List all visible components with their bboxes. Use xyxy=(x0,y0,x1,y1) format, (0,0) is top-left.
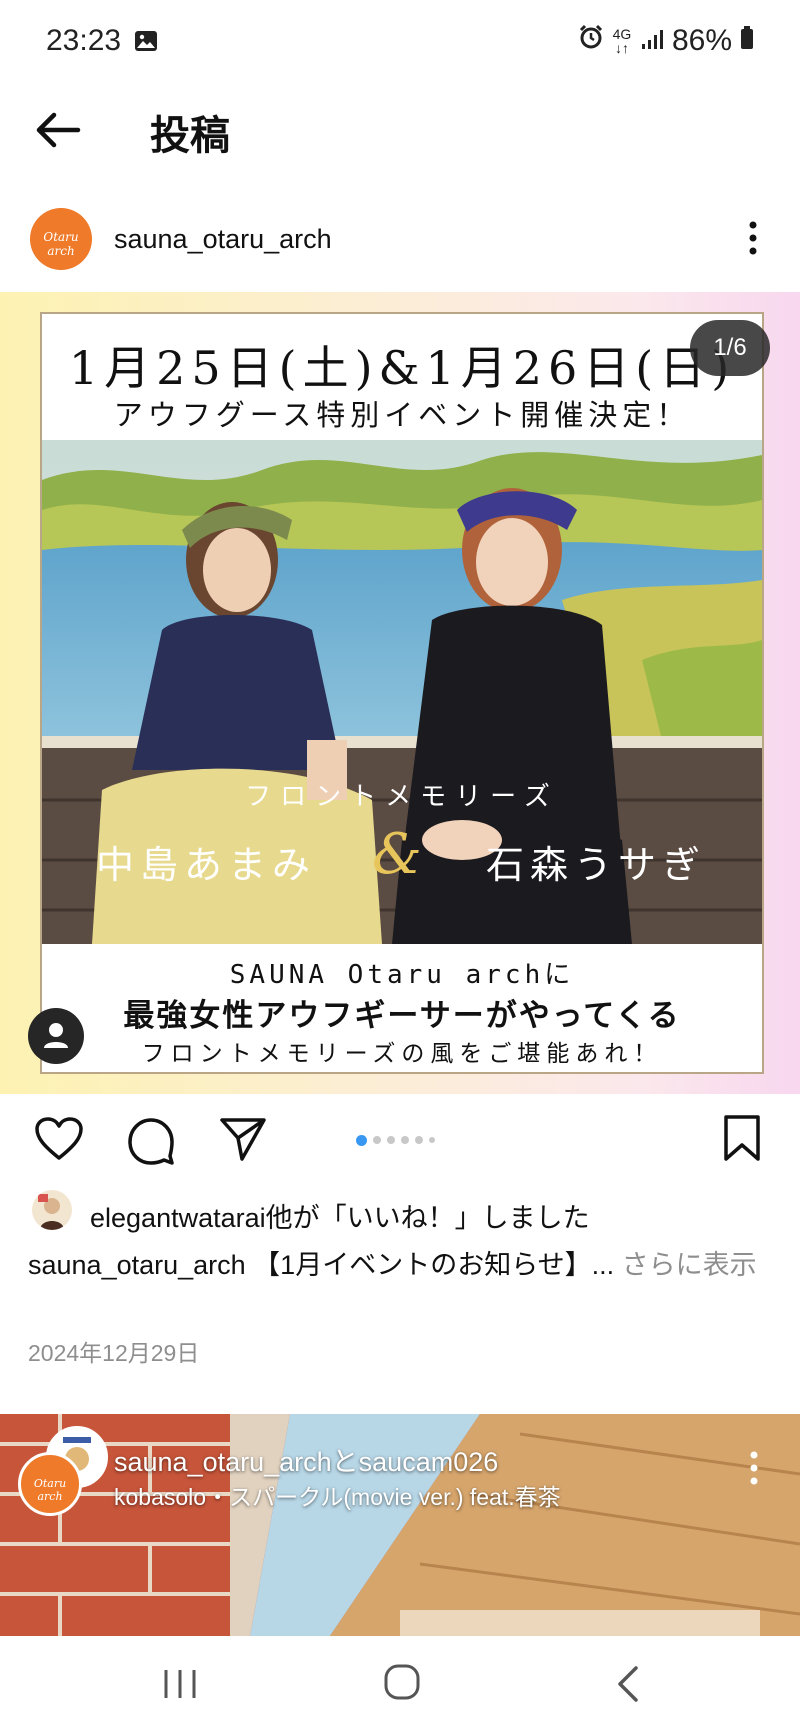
home-button[interactable] xyxy=(382,1662,422,1702)
alarm-icon xyxy=(578,24,604,58)
heart-icon xyxy=(35,1117,83,1160)
signal-icon xyxy=(640,24,664,58)
poster-name-right: 石森うサぎ xyxy=(486,843,707,887)
next-post-music[interactable]: kobasolo・スパークル(movie ver.) feat.春茶 xyxy=(114,1478,561,1512)
poster-date: 1月25日(土)&1月26日(日) xyxy=(68,341,736,395)
system-back-button[interactable] xyxy=(612,1664,644,1704)
poster-name-left: 中島あまみ xyxy=(96,843,317,887)
poster-ampersand: & xyxy=(372,822,422,887)
bookmark-icon xyxy=(724,1115,760,1161)
post-username[interactable]: sauna_otaru_arch xyxy=(114,224,332,255)
event-poster: 1月25日(土)&1月26日(日) アウフグース特別イベント開催決定！ フロント… xyxy=(40,312,764,1074)
battery-icon xyxy=(740,24,754,58)
comment-icon xyxy=(128,1118,174,1165)
recent-apps-button[interactable] xyxy=(160,1666,200,1702)
more-vertical-icon xyxy=(749,221,757,255)
page-title: 投稿 xyxy=(150,114,230,158)
like-button[interactable] xyxy=(34,1116,84,1162)
poster-subtitle: アウフグース特別イベント開催決定！ xyxy=(113,398,691,432)
send-icon xyxy=(220,1118,266,1161)
carousel-dot xyxy=(429,1137,435,1143)
more-options-button[interactable] xyxy=(738,218,768,258)
next-avatar-logo-text: Otaru arch xyxy=(33,1477,67,1503)
next-post-more-button[interactable] xyxy=(742,1448,766,1488)
more-vertical-icon xyxy=(750,1451,758,1485)
profile-avatar[interactable]: Otaru arch xyxy=(30,208,92,270)
next-post-avatar[interactable]: Otaru arch xyxy=(18,1452,82,1516)
carousel-dot xyxy=(415,1136,423,1144)
likes-suffix: 他が「いいね！」しました xyxy=(265,1203,590,1233)
save-button[interactable] xyxy=(722,1114,762,1162)
poster-tagline: フロントメモリーズの風をご堪能あれ！ xyxy=(141,1041,663,1067)
carousel-dot xyxy=(373,1136,381,1144)
caption-username[interactable]: sauna_otaru_arch xyxy=(28,1250,246,1280)
battery-percent: 86% xyxy=(671,24,732,57)
network-type: 4G ↓↑ xyxy=(612,26,632,56)
caption-text: 【1月イベントのお知らせ】... xyxy=(245,1250,615,1280)
liker-username[interactable]: elegantwatarai xyxy=(90,1203,266,1233)
post-date: 2024年12月29日 xyxy=(28,1340,200,1366)
poster-headline: 最強女性アウフギーサーがやってくる xyxy=(123,998,681,1033)
back-button[interactable] xyxy=(30,100,90,160)
carousel-dot xyxy=(401,1136,409,1144)
recent-apps-icon xyxy=(164,1670,196,1698)
post-caption[interactable]: sauna_otaru_arch 【1月イベントのお知らせ】... さらに表示 xyxy=(28,1244,768,1286)
status-icons: 4G ↓↑ 86% xyxy=(578,24,754,58)
photo-icon xyxy=(134,30,158,52)
carousel-dot xyxy=(387,1136,395,1144)
next-post-usernames[interactable]: sauna_otaru_archとsaucam026 xyxy=(114,1440,498,1479)
image-counter: 1/6 xyxy=(690,320,770,376)
tagged-users-button[interactable] xyxy=(28,1008,84,1064)
carousel-indicator xyxy=(356,1134,435,1146)
share-button[interactable] xyxy=(218,1116,268,1162)
arrow-left-icon xyxy=(36,112,81,148)
carousel-dot xyxy=(356,1134,367,1146)
chevron-left-icon xyxy=(618,1666,638,1702)
avatar-logo-text: Otaru arch xyxy=(43,230,79,258)
liker-avatar[interactable] xyxy=(32,1190,72,1230)
person-icon xyxy=(44,1023,68,1048)
poster-venue-line: SAUNA Otaru archに xyxy=(229,960,575,990)
poster-group-name: フロントメモリーズ xyxy=(245,782,559,812)
home-icon xyxy=(384,1664,420,1700)
comment-button[interactable] xyxy=(126,1116,176,1166)
likes-summary[interactable]: elegantwatarai他が「いいね！」しました xyxy=(90,1196,590,1235)
status-time: 23:23 xyxy=(46,24,122,57)
caption-more-link[interactable]: さらに表示 xyxy=(614,1250,757,1280)
